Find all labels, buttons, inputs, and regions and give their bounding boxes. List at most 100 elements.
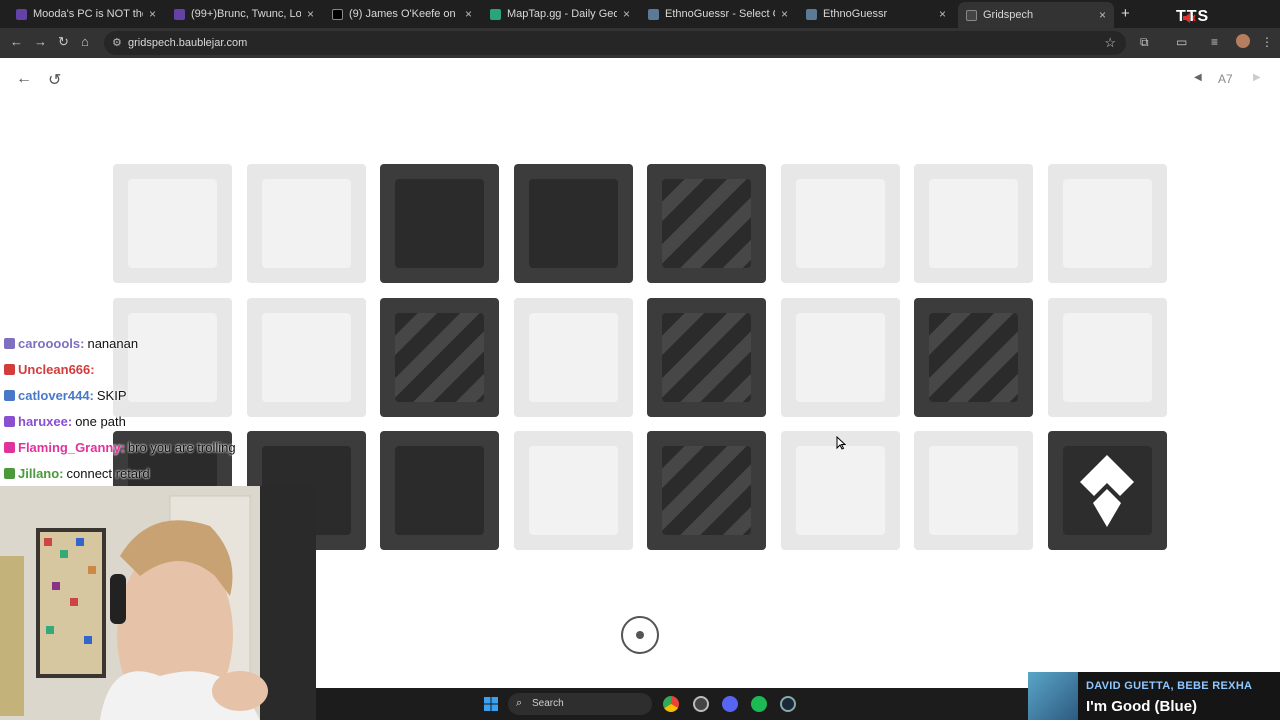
chat-username[interactable]: carooools: <box>18 336 84 351</box>
grid-cell-light[interactable] <box>781 164 900 283</box>
close-icon[interactable]: × <box>149 7 156 21</box>
grid-cell-light[interactable] <box>914 431 1033 550</box>
grid-cell-light[interactable] <box>1048 298 1167 417</box>
webcam-image <box>0 486 316 720</box>
close-icon[interactable]: × <box>939 7 946 21</box>
chat-badge-icon <box>4 467 15 479</box>
grid-cell-light[interactable] <box>247 298 366 417</box>
extensions-icon[interactable]: ⧉ <box>1140 35 1149 50</box>
chat-message-text: bro you are trolling <box>127 439 236 455</box>
chat-username[interactable]: Unclean666: <box>18 362 95 377</box>
home-icon[interactable]: ⌂ <box>81 34 89 49</box>
grid-cell-dark[interactable] <box>380 164 499 283</box>
close-icon[interactable]: × <box>1099 8 1106 22</box>
grid-cell-face <box>796 179 885 268</box>
chat-username[interactable]: catlover444: <box>18 388 94 403</box>
grid-cell-striped[interactable] <box>647 298 766 417</box>
grid-cell-striped[interactable] <box>380 298 499 417</box>
grid-cell-face <box>262 313 351 402</box>
spotify-icon[interactable] <box>751 696 767 712</box>
obs-icon[interactable] <box>693 696 709 712</box>
now-playing-widget: DAVID GUETTA, BEBE REXHA I'm Good (Blue) <box>1028 672 1280 720</box>
menu-kebab-icon[interactable]: ⋮ <box>1261 35 1273 49</box>
chat-message-text: connect retard <box>66 465 150 481</box>
browser-tab[interactable]: EthnoGuessr × <box>798 4 954 24</box>
record-button[interactable] <box>621 616 659 654</box>
x-logo-icon <box>332 8 343 20</box>
browser-tab[interactable]: Mooda's PC is NOT the one we × <box>8 4 164 24</box>
grid-cell-light[interactable] <box>113 298 232 417</box>
grid-cell-face <box>529 313 618 402</box>
address-bar[interactable]: ⚙ gridspech.baublejar.com ☆ <box>104 31 1126 55</box>
maptap-icon <box>490 8 501 20</box>
grid-cell-light[interactable] <box>781 298 900 417</box>
next-level-button[interactable]: ▶ <box>1253 72 1261 83</box>
reset-button[interactable]: ↺ <box>48 70 61 90</box>
goal-diamond-icon <box>1080 455 1134 527</box>
grid-cell-light[interactable] <box>514 298 633 417</box>
chrome-icon[interactable] <box>663 696 679 712</box>
chat-username[interactable]: haruxee: <box>18 414 72 429</box>
steam-icon[interactable] <box>780 696 796 712</box>
cast-icon[interactable]: ▭ <box>1176 35 1187 49</box>
browser-tab[interactable]: (9) James O'Keefe on X: "BREAK × <box>324 4 480 24</box>
now-playing-title: I'm Good (Blue) <box>1086 698 1198 715</box>
browser-tab[interactable]: EthnoGuessr - Select Game Mo × <box>640 4 796 24</box>
grid-cell-striped[interactable] <box>647 164 766 283</box>
browser-tab[interactable]: (99+)Brunc, Twunc, Lowkrunc, L × <box>166 4 322 24</box>
grid-cell-face <box>662 313 751 402</box>
chat-username[interactable]: Flaming_Granny: <box>18 440 125 455</box>
grid-cell-striped[interactable] <box>914 298 1033 417</box>
grid-cell-light[interactable] <box>514 431 633 550</box>
close-icon[interactable]: × <box>623 7 630 21</box>
url-text[interactable]: gridspech.baublejar.com <box>128 37 247 49</box>
search-icon: ⌕ <box>516 697 523 709</box>
chat-badge-icon <box>4 337 15 349</box>
album-art <box>1028 672 1078 720</box>
grid-cell-face <box>529 446 618 535</box>
reload-icon[interactable]: ↻ <box>58 34 69 50</box>
grid-cell-light[interactable] <box>247 164 366 283</box>
grid-cell-light[interactable] <box>1048 164 1167 283</box>
chat-message: Unclean666: <box>4 359 98 379</box>
chat-message: catlover444: SKIP <box>4 385 127 405</box>
new-tab-button[interactable]: + <box>1121 5 1130 22</box>
tab-title: Mooda's PC is NOT the one we <box>33 8 143 20</box>
bookmark-star-icon[interactable]: ☆ <box>1104 35 1116 51</box>
grid-cell-dark[interactable] <box>380 431 499 550</box>
browser-toolbar: ← → ↻ ⌂ ⚙ gridspech.baublejar.com ☆ ⧉ ▭ … <box>0 28 1280 58</box>
chat-badge-icon <box>4 363 15 375</box>
grid-cell-light[interactable] <box>914 164 1033 283</box>
back-button[interactable]: ← <box>16 70 32 88</box>
grid-cell-striped[interactable] <box>647 431 766 550</box>
discord-icon[interactable] <box>722 696 738 712</box>
chat-badge-icon <box>4 389 15 401</box>
browser-tab-active[interactable]: Gridspech × <box>958 2 1114 28</box>
grid-cell-light[interactable] <box>113 164 232 283</box>
chat-username[interactable]: Jillano: <box>18 466 64 481</box>
previous-level-button[interactable]: ◀ <box>1194 72 1202 83</box>
site-info-icon[interactable]: ⚙ <box>112 36 122 49</box>
gridspech-icon <box>966 9 977 21</box>
profile-avatar[interactable] <box>1236 34 1250 48</box>
level-label: A7 <box>1218 72 1233 86</box>
twitch-icon <box>16 8 27 20</box>
grid-cell-face <box>395 179 484 268</box>
grid-cell-dark[interactable] <box>514 164 633 283</box>
grid-cell-face <box>395 313 484 402</box>
chat-message-text: one path <box>75 413 126 429</box>
chat-message-text: nananan <box>87 335 139 351</box>
close-icon[interactable]: × <box>307 7 314 21</box>
close-icon[interactable]: × <box>465 7 472 21</box>
chat-badge-icon <box>4 441 15 453</box>
close-icon[interactable]: × <box>781 7 788 21</box>
grid-cell-goal[interactable] <box>1048 431 1167 550</box>
grid-cell-face <box>929 446 1018 535</box>
grid-cell-face <box>796 446 885 535</box>
windows-start-icon[interactable] <box>484 697 498 711</box>
browser-tab[interactable]: MapTap.gg - Daily Geograp × <box>482 4 638 24</box>
media-controls-icon[interactable]: ≡ <box>1211 35 1218 49</box>
back-arrow-icon[interactable]: ← <box>10 34 23 49</box>
forward-arrow-icon[interactable]: → <box>34 34 47 49</box>
taskbar-search[interactable]: ⌕ Search <box>508 693 652 715</box>
